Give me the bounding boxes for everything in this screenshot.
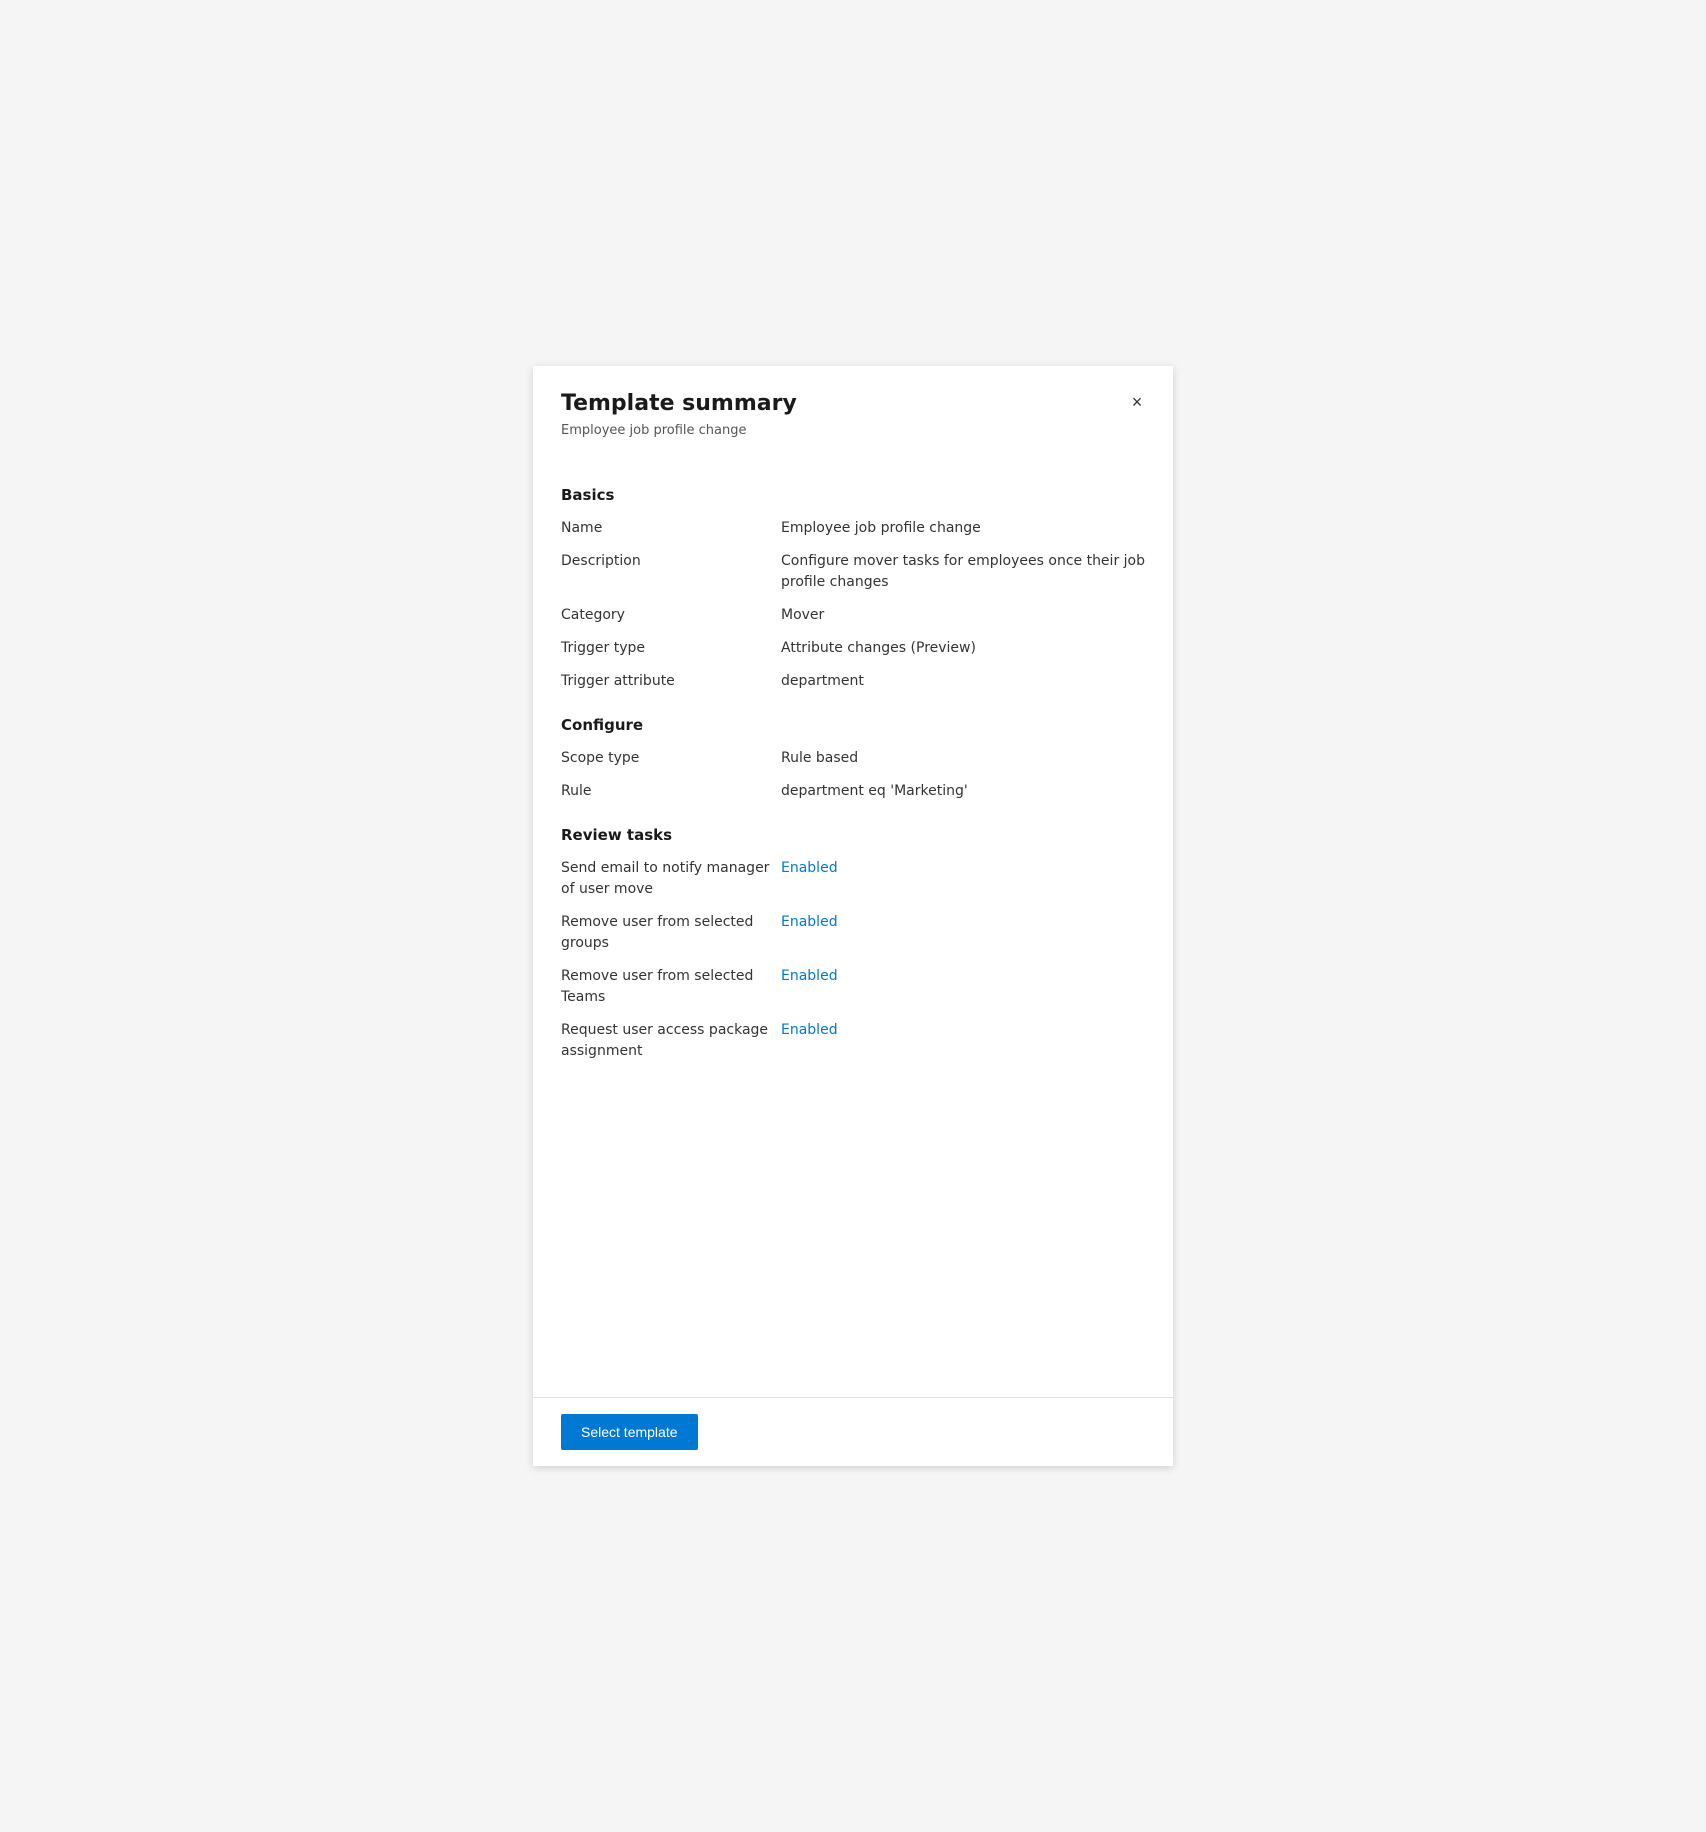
configure-rule-row: Rule department eq 'Marketing' [561, 781, 1145, 802]
configure-scope-type-label: Scope type [561, 748, 781, 769]
task-remove-groups-value: Enabled [781, 912, 1145, 933]
task-remove-teams-label: Remove user from selected Teams [561, 966, 781, 1008]
configure-section: Configure Scope type Rule based Rule dep… [561, 716, 1145, 802]
configure-rule-value: department eq 'Marketing' [781, 781, 1145, 802]
template-summary-panel: Template summary Employee job profile ch… [533, 366, 1173, 1466]
review-tasks-section: Review tasks Send email to notify manage… [561, 826, 1145, 1062]
basics-description-label: Description [561, 551, 781, 572]
panel-subtitle: Employee job profile change [561, 423, 1145, 438]
basics-name-row: Name Employee job profile change [561, 518, 1145, 539]
task-send-email-value: Enabled [781, 858, 1145, 879]
task-remove-teams-row: Remove user from selected Teams Enabled [561, 966, 1145, 1008]
task-remove-groups-label: Remove user from selected groups [561, 912, 781, 954]
basics-category-row: Category Mover [561, 605, 1145, 626]
configure-scope-type-value: Rule based [781, 748, 1145, 769]
task-send-email-label: Send email to notify manager of user mov… [561, 858, 781, 900]
basics-trigger-attribute-value: department [781, 671, 1145, 692]
configure-scope-type-row: Scope type Rule based [561, 748, 1145, 769]
basics-name-value: Employee job profile change [781, 518, 1145, 539]
basics-name-label: Name [561, 518, 781, 539]
basics-category-label: Category [561, 605, 781, 626]
panel-title: Template summary [561, 390, 1145, 419]
task-send-email-row: Send email to notify manager of user mov… [561, 858, 1145, 900]
task-access-package-label: Request user access package assignment [561, 1020, 781, 1062]
close-button[interactable]: × [1121, 386, 1153, 418]
basics-section: Basics Name Employee job profile change … [561, 486, 1145, 692]
review-tasks-section-title: Review tasks [561, 826, 1145, 844]
configure-section-title: Configure [561, 716, 1145, 734]
task-remove-teams-value: Enabled [781, 966, 1145, 987]
select-template-button[interactable]: Select template [561, 1414, 698, 1450]
basics-trigger-attribute-label: Trigger attribute [561, 671, 781, 692]
basics-trigger-attribute-row: Trigger attribute department [561, 671, 1145, 692]
configure-rule-label: Rule [561, 781, 781, 802]
basics-trigger-type-label: Trigger type [561, 638, 781, 659]
task-access-package-value: Enabled [781, 1020, 1145, 1041]
basics-section-title: Basics [561, 486, 1145, 504]
basics-trigger-type-value: Attribute changes (Preview) [781, 638, 1145, 659]
panel-footer: Select template [533, 1397, 1173, 1466]
basics-description-value: Configure mover tasks for employees once… [781, 551, 1145, 593]
basics-description-row: Description Configure mover tasks for em… [561, 551, 1145, 593]
basics-category-value: Mover [781, 605, 1145, 626]
task-access-package-row: Request user access package assignment E… [561, 1020, 1145, 1062]
basics-trigger-type-row: Trigger type Attribute changes (Preview) [561, 638, 1145, 659]
task-remove-groups-row: Remove user from selected groups Enabled [561, 912, 1145, 954]
panel-content: Basics Name Employee job profile change … [533, 454, 1173, 1397]
panel-header: Template summary Employee job profile ch… [533, 366, 1173, 454]
